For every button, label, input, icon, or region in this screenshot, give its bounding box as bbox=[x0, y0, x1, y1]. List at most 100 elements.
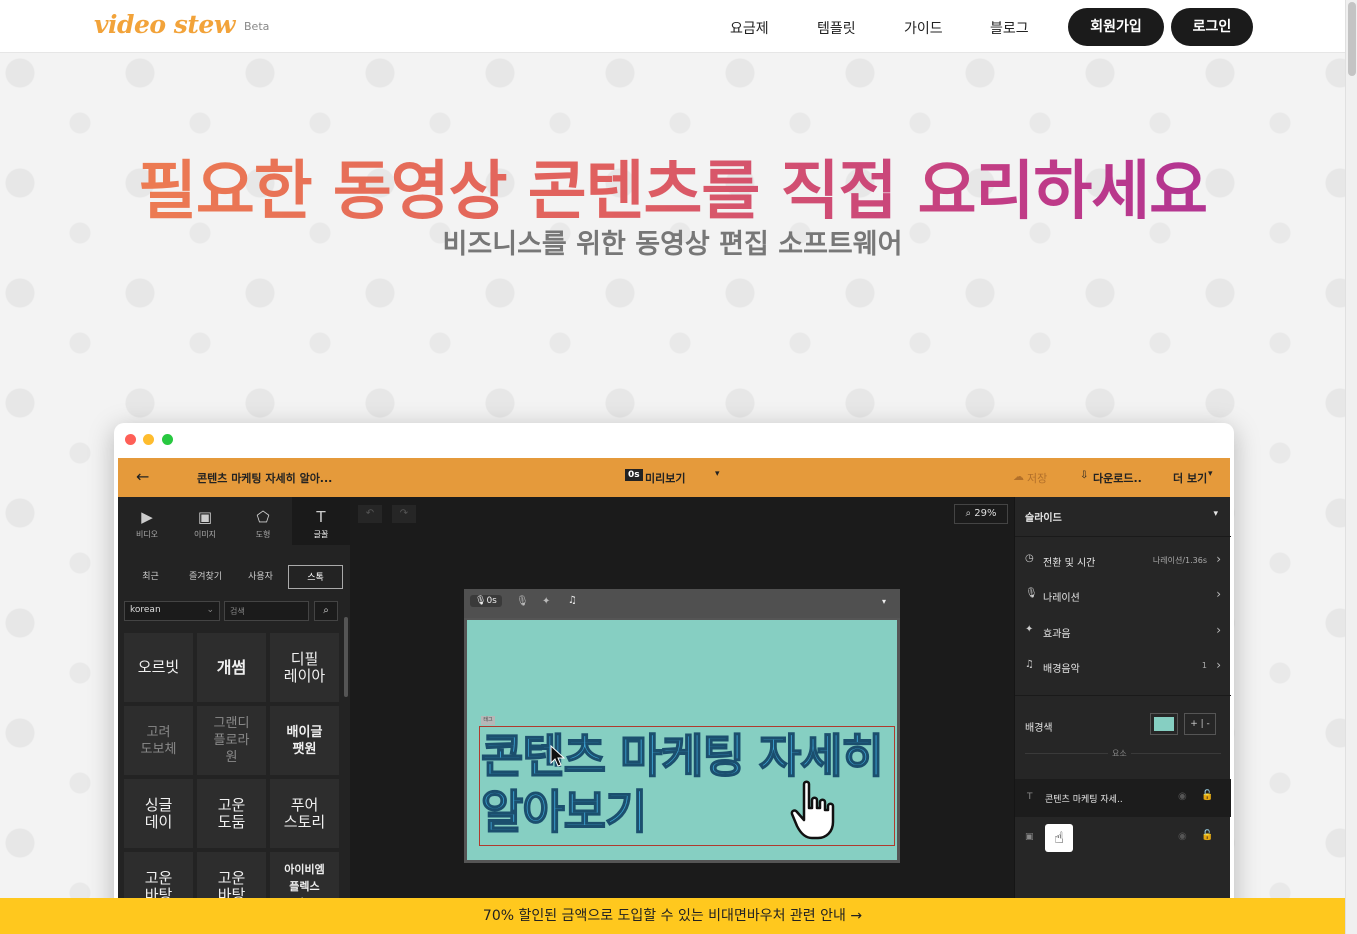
eye-icon[interactable]: ◉ bbox=[1178, 831, 1187, 842]
undo-icon[interactable]: ↶ bbox=[358, 505, 382, 523]
language-select[interactable]: korean ⌄ bbox=[124, 601, 220, 621]
properties-panel: 슬라이드 ▾ ◷ 전환 및 시간 나레이션/1.36s › 🎙 나레이션 › ✦… bbox=[1014, 497, 1231, 934]
app-preview-window: ← 콘텐츠 마케팅 자세히 알아... 0s 미리보기 ▾ ☁ 저장 ⇩ 다운로… bbox=[114, 423, 1234, 934]
subtab-recent[interactable]: 최근 bbox=[123, 565, 178, 589]
row-bgm-value: 1 bbox=[1201, 661, 1207, 670]
panel-section-title: 슬라이드 bbox=[1025, 513, 1062, 524]
layer-label: 콘텐츠 마케팅 자세.. bbox=[1045, 795, 1123, 805]
more-chevron-icon[interactable]: ▾ bbox=[1208, 469, 1213, 479]
zoom-value: 29% bbox=[974, 508, 997, 519]
chevron-right-icon: › bbox=[1216, 623, 1221, 637]
document-title[interactable]: 콘텐츠 마케팅 자세히 알아... bbox=[197, 470, 332, 486]
font-tile[interactable]: 그랜디 플로라 원 bbox=[197, 706, 266, 775]
language-select-value: korean bbox=[130, 605, 161, 615]
lock-icon[interactable]: 🔓 bbox=[1201, 830, 1213, 841]
asset-panel-scrollbar[interactable] bbox=[344, 617, 348, 697]
layer-row-image[interactable]: ▣ ☝ ◉ 🔓 bbox=[1015, 819, 1231, 857]
chevron-down-icon[interactable]: ▾ bbox=[1213, 509, 1218, 519]
slide-time-badge[interactable]: 🎙0s bbox=[470, 595, 502, 607]
magnifier-icon: ⌕ bbox=[965, 508, 972, 519]
shape-icon: ⬠ bbox=[256, 508, 270, 526]
chevron-down-icon: ⌄ bbox=[206, 605, 214, 615]
font-tile[interactable]: 오르빗 bbox=[124, 633, 193, 702]
signup-button[interactable]: 회원가입 bbox=[1068, 8, 1164, 46]
font-tile[interactable]: 배이글 팻원 bbox=[270, 706, 339, 775]
beta-badge: Beta bbox=[244, 20, 270, 33]
chevron-down-icon[interactable]: ▾ bbox=[882, 597, 886, 606]
editor-app: ← 콘텐츠 마케팅 자세히 알아... 0s 미리보기 ▾ ☁ 저장 ⇩ 다운로… bbox=[118, 458, 1231, 934]
subtab-stock[interactable]: 스톡 bbox=[288, 565, 343, 589]
nav-guide[interactable]: 가이드 bbox=[904, 18, 943, 38]
narration-icon[interactable]: 🎙 bbox=[516, 596, 529, 607]
tool-image-label: 이미지 bbox=[193, 530, 217, 539]
save-button[interactable]: 저장 bbox=[1027, 470, 1047, 486]
row-transition[interactable]: ◷ 전환 및 시간 나레이션/1.36s › bbox=[1025, 551, 1221, 571]
tool-shape-label: 도형 bbox=[255, 530, 271, 539]
page-scrollbar[interactable] bbox=[1345, 0, 1357, 934]
search-icon[interactable]: ⌕ bbox=[314, 601, 338, 621]
layer-row-text[interactable]: T 콘텐츠 마케팅 자세.. ◉ 🔓 bbox=[1015, 779, 1231, 817]
chevron-right-icon: › bbox=[1216, 552, 1221, 566]
lock-icon[interactable]: 🔓 bbox=[1201, 790, 1213, 801]
slide-time-value: 0s bbox=[486, 596, 497, 606]
tool-image[interactable]: ▣ 이미지 bbox=[176, 497, 234, 545]
font-tile[interactable]: 고운 도둠 bbox=[197, 779, 266, 848]
chevron-down-icon[interactable]: ▾ bbox=[715, 469, 720, 479]
divider bbox=[1015, 536, 1231, 537]
download-button[interactable]: 다운로드.. bbox=[1093, 470, 1142, 486]
bg-color-fill bbox=[1154, 717, 1174, 731]
window-maximize-dot bbox=[162, 434, 173, 445]
subtab-favorites[interactable]: 즐겨찾기 bbox=[178, 565, 233, 589]
asset-panel: ▶ 비디오 ▣ 이미지 ⬠ 도형 T 글꼴 최근 즐겨찾기 사용자 스톡 korean ⌄… bbox=[118, 497, 350, 934]
eye-icon[interactable]: ◉ bbox=[1178, 791, 1187, 802]
row-bgm[interactable]: ♫ 배경음악 1 › bbox=[1025, 657, 1221, 677]
hero-title: 필요한 동영상 콘텐츠를 직접 요리하세요 bbox=[0, 140, 1345, 232]
music-icon[interactable]: ♫ bbox=[568, 595, 577, 606]
download-icon: ⇩ bbox=[1080, 470, 1089, 481]
row-bgm-label: 배경음악 bbox=[1043, 664, 1080, 675]
nav-pricing[interactable]: 요금제 bbox=[730, 18, 769, 38]
chevron-right-icon: › bbox=[1216, 587, 1221, 601]
zoom-control[interactable]: ⌕ 29% bbox=[954, 504, 1008, 524]
window-minimize-dot bbox=[143, 434, 154, 445]
nav-blog[interactable]: 블로그 bbox=[990, 18, 1029, 38]
divider bbox=[1015, 695, 1231, 696]
elements-section-label: 요소 bbox=[1108, 748, 1131, 759]
font-search-input[interactable]: 검색 bbox=[224, 601, 309, 621]
scrollbar-thumb[interactable] bbox=[1348, 2, 1356, 76]
login-button[interactable]: 로그인 bbox=[1171, 8, 1253, 46]
back-arrow-icon[interactable]: ← bbox=[136, 467, 149, 486]
bg-color-label: 배경색 bbox=[1025, 723, 1053, 734]
logo[interactable]: video stew bbox=[94, 10, 235, 39]
hand-cursor-icon bbox=[790, 780, 835, 840]
editor-canvas: ↶ ↷ ⌕ 29% 🎙0s 🎙 ✦ ♫ ▾ 태그 콘텐츠 마케팅 자세히 알아보기 bbox=[350, 497, 1014, 934]
clock-icon: ◷ bbox=[1025, 553, 1034, 564]
tool-shape[interactable]: ⬠ 도형 bbox=[234, 497, 292, 545]
more-button[interactable]: 더 보기 bbox=[1173, 470, 1207, 486]
bg-color-swatch[interactable] bbox=[1150, 713, 1178, 735]
site-header: video stew Beta 요금제 템플릿 가이드 블로그 회원가입 로그인 bbox=[0, 0, 1345, 53]
text-icon: T bbox=[316, 508, 326, 526]
tool-text[interactable]: T 글꼴 bbox=[292, 497, 350, 545]
redo-icon[interactable]: ↷ bbox=[392, 505, 416, 523]
editor-topbar: ← 콘텐츠 마케팅 자세히 알아... 0s 미리보기 ▾ ☁ 저장 ⇩ 다운로… bbox=[118, 458, 1230, 497]
font-tile[interactable]: 고려 도보체 bbox=[124, 706, 193, 775]
effect-icon[interactable]: ✦ bbox=[542, 596, 550, 607]
font-tile[interactable]: 싱글 데이 bbox=[124, 779, 193, 848]
tool-video[interactable]: ▶ 비디오 bbox=[118, 497, 176, 545]
font-tile[interactable]: 디필 레이아 bbox=[270, 633, 339, 702]
chevron-right-icon: › bbox=[1216, 658, 1221, 672]
font-tile[interactable]: 푸어 스토리 bbox=[270, 779, 339, 848]
slide-title-line2: 알아보기 bbox=[480, 784, 648, 840]
subtab-user[interactable]: 사용자 bbox=[233, 565, 288, 589]
font-tile[interactable]: 개썸 bbox=[197, 633, 266, 702]
voucher-banner[interactable]: 70% 할인된 금액으로 도입할 수 있는 비대면바우처 관련 안내 → bbox=[0, 898, 1345, 934]
bg-color-adjust[interactable]: + | - bbox=[1184, 713, 1216, 735]
mouse-pointer-icon bbox=[550, 745, 566, 767]
nav-templates[interactable]: 템플릿 bbox=[817, 18, 856, 38]
tool-text-label: 글꼴 bbox=[313, 530, 329, 539]
preview-button[interactable]: 미리보기 bbox=[645, 470, 685, 486]
hand-cursor-thumbnail: ☝ bbox=[1045, 824, 1073, 852]
row-sound-effect[interactable]: ✦ 효과음 › bbox=[1025, 622, 1221, 642]
row-narration[interactable]: 🎙 나레이션 › bbox=[1025, 586, 1221, 606]
